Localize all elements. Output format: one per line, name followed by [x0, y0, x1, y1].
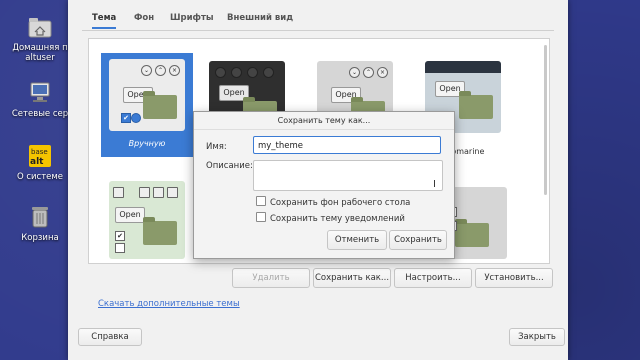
desktop-icon-home[interactable]: Домашняя п altuser [6, 14, 74, 63]
checkbox-preview-icon: ✔ [115, 231, 125, 241]
checkbox-preview-icon: ✔ [121, 113, 131, 123]
desktop-icon-trash[interactable]: Корзина [6, 204, 74, 243]
desktop-icon-home-label: Домашняя п [12, 43, 68, 53]
preview-open-button: Open [115, 207, 145, 223]
delete-theme-button[interactable]: Удалить [232, 268, 310, 288]
text-cursor-icon: I [433, 179, 436, 190]
name-label: Имя: [206, 142, 227, 152]
description-input[interactable]: I [253, 160, 443, 191]
tab-fonts[interactable]: Шрифты [170, 13, 214, 27]
button-icon [153, 187, 164, 198]
customize-button[interactable]: Настроить... [394, 268, 472, 288]
maximize-icon: ⌃ [155, 65, 166, 76]
checkbox-icon [256, 212, 266, 222]
tab-bar: Тема Фон Шрифты Внешний вид [82, 10, 554, 31]
install-button[interactable]: Установить... [475, 268, 553, 288]
radio-preview-icon [131, 113, 141, 123]
minimize-icon: ⌄ [349, 67, 360, 78]
tab-background[interactable]: Фон [134, 13, 154, 27]
theme-preview: ⌄ ⌃ × Open ✔ [109, 59, 185, 131]
home-folder-icon [27, 14, 53, 40]
network-icon [27, 80, 53, 106]
theme-item-green[interactable]: Open ✔ [101, 177, 193, 263]
desktop-icon-trash-label: Корзина [21, 233, 59, 243]
save-button[interactable]: Сохранить [389, 230, 447, 250]
theme-name-input[interactable]: my_theme [253, 136, 441, 154]
cancel-button[interactable]: Отменить [327, 230, 387, 250]
theme-item-manual[interactable]: ⌄ ⌃ × Open ✔ Вручную [101, 53, 193, 157]
trash-icon [27, 204, 53, 230]
save-as-button[interactable]: Сохранить как... [313, 268, 391, 288]
desktop-icon-about[interactable]: base alt О системе [6, 143, 74, 182]
folder-icon [143, 217, 177, 245]
description-label: Описание: [206, 161, 253, 171]
folder-icon [143, 91, 177, 119]
save-notification-checkbox[interactable]: Сохранить тему уведомлений [256, 212, 405, 224]
tab-theme[interactable]: Тема [92, 13, 117, 29]
folder-icon [455, 219, 489, 247]
desktop-icon-home-label2: altuser [25, 53, 55, 63]
folder-icon [459, 91, 493, 119]
button-icon [215, 67, 226, 78]
button-icon [263, 67, 274, 78]
theme-preview: Open ✔ [109, 181, 185, 259]
basealt-logo-icon: base alt [27, 143, 53, 169]
desktop-icon-network[interactable]: Сетевые сер [6, 80, 74, 119]
desktop-icon-about-label: О системе [16, 172, 64, 182]
button-icon [231, 67, 242, 78]
more-themes-link[interactable]: Скачать дополнительные темы [98, 299, 240, 309]
svg-text:base: base [31, 148, 48, 156]
close-button[interactable]: Закрыть [509, 328, 565, 346]
svg-text:alt: alt [30, 157, 44, 167]
desktop-icon-network-label: Сетевые сер [11, 109, 69, 119]
tab-appearance[interactable]: Внешний вид [227, 13, 293, 27]
dialog-title: Сохранить тему как... [194, 112, 454, 130]
save-background-checkbox[interactable]: Сохранить фон рабочего стола [256, 196, 410, 208]
button-icon [113, 187, 124, 198]
close-icon: × [169, 65, 180, 76]
close-icon: × [377, 67, 388, 78]
theme-name: Вручную [128, 139, 166, 148]
themes-scrollbar[interactable] [544, 45, 547, 195]
minimize-icon: ⌄ [141, 65, 152, 76]
save-notification-label: Сохранить тему уведомлений [270, 214, 405, 224]
checkbox-icon [256, 196, 266, 206]
button-icon [139, 187, 150, 198]
checkbox-preview-icon [115, 243, 125, 253]
button-icon [247, 67, 258, 78]
button-icon [167, 187, 178, 198]
save-theme-dialog: Сохранить тему как... Имя: my_theme Опис… [193, 111, 455, 259]
save-background-label: Сохранить фон рабочего стола [270, 198, 411, 208]
titlebar [425, 61, 501, 73]
maximize-icon: ⌃ [363, 67, 374, 78]
help-button[interactable]: Справка [78, 328, 142, 346]
